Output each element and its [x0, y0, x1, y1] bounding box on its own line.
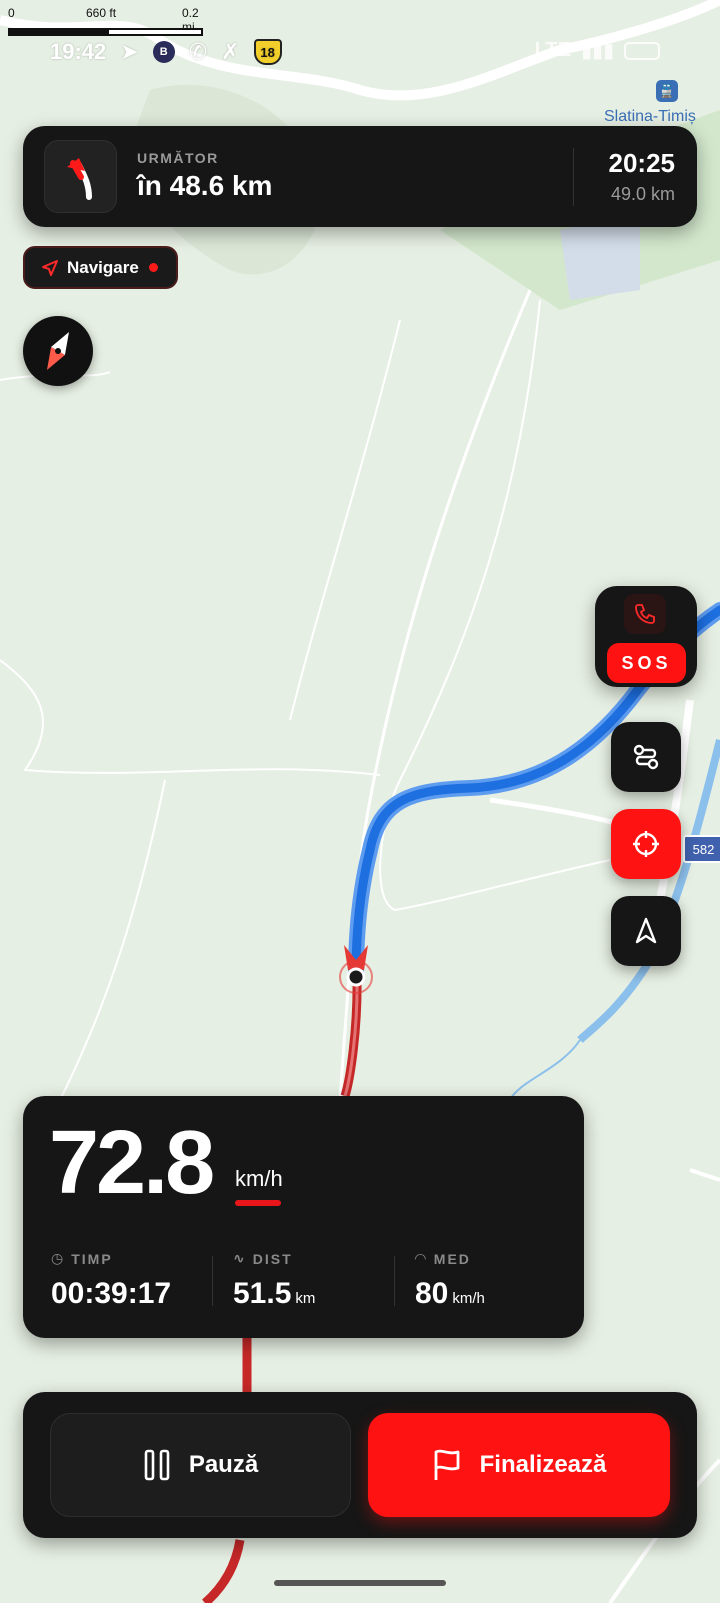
current-speed: 72.8	[49, 1113, 215, 1213]
navigation-status-pill[interactable]: Navigare	[23, 246, 178, 289]
distance-unit: km	[295, 1290, 316, 1307]
turn-direction-icon	[44, 140, 117, 213]
route-icon: ∿	[233, 1250, 247, 1266]
scale-bar	[8, 28, 203, 36]
pause-icon	[144, 1449, 170, 1481]
sos-button[interactable]: SOS	[607, 643, 686, 683]
emergency-call-button[interactable]	[624, 594, 666, 634]
scale-zero: 0	[8, 6, 15, 20]
phone-icon	[635, 604, 655, 624]
home-indicator[interactable]	[274, 1580, 446, 1586]
average-value: 80	[415, 1277, 449, 1310]
average-stat: ◠ MED 80 km/h	[415, 1250, 485, 1311]
clock-icon: ◷	[51, 1250, 66, 1266]
follow-mode-button[interactable]	[611, 896, 681, 966]
route-icon	[633, 744, 659, 770]
next-label: URMĂTOR	[137, 150, 219, 166]
average-unit: km/h	[452, 1290, 485, 1307]
status-bar: 19:42 ➤ B ✆ ✗ 18	[50, 38, 282, 66]
scale-feet: 660 ft	[86, 6, 117, 20]
notification-shield-icon: 18	[253, 39, 282, 65]
navigation-label: Navigare	[67, 257, 139, 277]
remaining-distance: 49.0 km	[610, 184, 675, 204]
eta-time: 20:25	[608, 148, 676, 178]
distance-value: 51.5	[233, 1277, 292, 1310]
train-station-icon[interactable]: 🚆	[656, 80, 678, 102]
missed-call-icon: ✗	[221, 39, 240, 64]
next-distance: în 48.6 km	[137, 170, 273, 201]
road-number-shield: 582	[683, 835, 720, 863]
next-turn-card[interactable]: URMĂTOR în 48.6 km 20:25 49.0 km	[23, 126, 697, 227]
whatsapp-icon: ✆	[188, 39, 208, 64]
sos-panel: SOS	[595, 586, 697, 687]
compass-button[interactable]	[23, 316, 93, 386]
divider	[212, 1256, 213, 1306]
divider	[573, 148, 574, 206]
distance-stat: ∿ DIST 51.5 km	[233, 1250, 315, 1311]
map-canvas[interactable]	[0, 0, 720, 1603]
compass-icon	[47, 331, 69, 371]
recording-dot	[148, 263, 158, 272]
battery-icon	[624, 41, 660, 60]
navigation-arrow-icon	[635, 917, 657, 944]
distance-label: DIST	[252, 1250, 293, 1267]
time-label: TIMP	[71, 1250, 113, 1267]
flag-icon	[434, 1449, 460, 1480]
route-options-button[interactable]	[611, 722, 681, 792]
trip-actions-bar: Pauză Finalizează	[23, 1392, 697, 1538]
recenter-button[interactable]	[611, 809, 681, 879]
status-time: 19:42	[50, 39, 107, 64]
navigation-arrow-icon	[42, 259, 58, 276]
location-arrow-icon: ➤	[120, 39, 139, 64]
pause-label: Pauză	[188, 1451, 259, 1478]
divider	[394, 1256, 395, 1306]
finish-label: Finalizează	[479, 1451, 607, 1478]
speed-indicator	[235, 1200, 281, 1206]
signal-icon: ▮▮▮	[580, 40, 614, 62]
finish-button[interactable]: Finalizează	[368, 1413, 670, 1517]
crosshair-icon	[633, 831, 659, 857]
station-label[interactable]: Slatina-Timiș	[604, 108, 696, 126]
time-value: 00:39:17	[51, 1277, 172, 1310]
trip-stats-card: 72.8 km/h ◷ TIMP 00:39:17 ∿ DIST 51.5 km ◠ M…	[23, 1096, 584, 1338]
gauge-icon: ◠	[415, 1250, 428, 1266]
time-stat: ◷ TIMP 00:39:17	[51, 1250, 171, 1311]
speed-unit: km/h	[235, 1166, 283, 1191]
average-label: MED	[433, 1250, 471, 1267]
app-badge-icon: B	[152, 41, 175, 63]
network-label: LTE	[534, 39, 571, 61]
map-scale: 0 660 ft 0.2 mi	[8, 6, 203, 42]
status-bar-right: LTE ▮▮▮	[535, 38, 660, 63]
pause-button[interactable]: Pauză	[50, 1413, 351, 1517]
